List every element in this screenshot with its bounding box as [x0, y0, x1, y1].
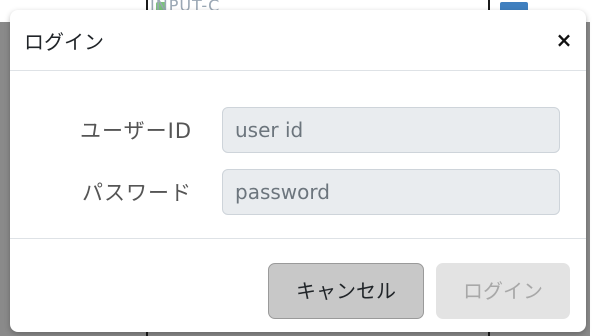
user-id-label: ユーザーID [80, 119, 192, 143]
password-input[interactable] [222, 169, 560, 215]
cancel-button[interactable]: キャンセル [268, 263, 424, 319]
user-id-input[interactable] [222, 107, 560, 153]
user-id-row: ユーザーID [10, 107, 586, 153]
login-dialog: ログイン × ユーザーID パスワード キャンセル ログイン [10, 10, 586, 332]
login-button[interactable]: ログイン [436, 263, 570, 319]
dialog-body: ユーザーID パスワード [10, 71, 586, 237]
background-panel [590, 0, 600, 336]
dialog-header: ログイン × [10, 10, 586, 71]
close-icon[interactable]: × [552, 28, 576, 52]
password-row: パスワード [10, 169, 586, 215]
password-label: パスワード [82, 181, 192, 205]
dialog-footer: キャンセル ログイン [10, 238, 586, 332]
dialog-title: ログイン [24, 30, 104, 54]
